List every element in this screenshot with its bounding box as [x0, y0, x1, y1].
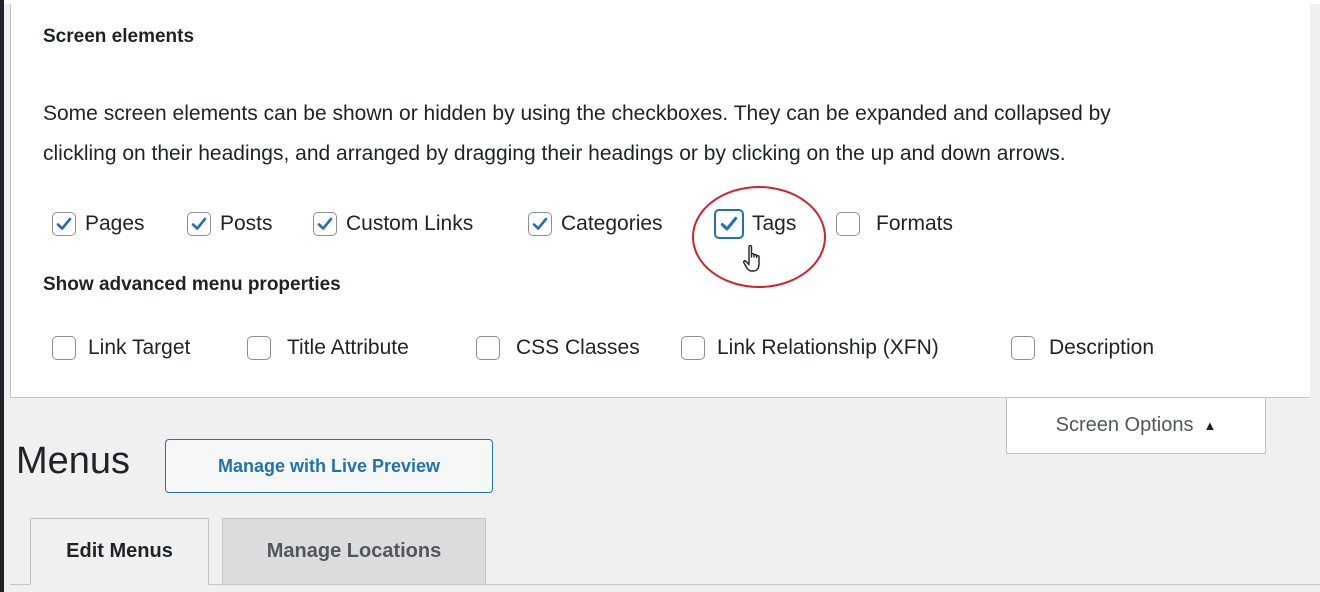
- checkbox-custom-links[interactable]: Custom Links: [313, 208, 473, 240]
- screen-options-toggle[interactable]: Screen Options ▲: [1006, 398, 1266, 454]
- checkbox-pages[interactable]: Pages: [52, 208, 145, 240]
- checkbox-link-relationship-label: Link Relationship (XFN): [717, 336, 939, 359]
- checkbox-css-classes-box[interactable]: [476, 336, 500, 360]
- checkbox-custom-links-box[interactable]: [313, 212, 337, 236]
- checkbox-link-relationship[interactable]: Link Relationship (XFN): [681, 332, 939, 364]
- checkbox-formats-label: Formats: [876, 212, 954, 235]
- checkbox-description[interactable]: Description: [1011, 332, 1154, 364]
- tab-manage-locations[interactable]: Manage Locations: [222, 518, 486, 585]
- checkbox-css-classes[interactable]: CSS Classes: [476, 332, 640, 364]
- screen-options-label: Screen Options: [1055, 414, 1194, 436]
- checkbox-categories[interactable]: Categories: [528, 208, 663, 240]
- hand-pointer-icon: [742, 244, 760, 272]
- checkbox-link-relationship-box[interactable]: [681, 336, 705, 360]
- triangle-up-icon: ▲: [1203, 418, 1217, 433]
- checkbox-posts[interactable]: Posts: [187, 208, 273, 240]
- tab-edit-menus[interactable]: Edit Menus: [30, 518, 209, 585]
- checkbox-posts-box[interactable]: [187, 212, 211, 236]
- checkbox-custom-links-label: Custom Links: [346, 212, 474, 235]
- checkbox-title-attribute-box[interactable]: [247, 336, 271, 360]
- checkmark-icon: [317, 217, 333, 230]
- checkbox-categories-label: Categories: [561, 212, 663, 235]
- checkbox-categories-box[interactable]: [528, 212, 552, 236]
- screen-elements-description-line-1: Some screen elements can be shown or hid…: [43, 102, 1111, 125]
- checkmark-icon: [191, 217, 207, 230]
- checkbox-description-label: Description: [1049, 336, 1155, 359]
- manage-with-live-preview-button[interactable]: Manage with Live Preview: [165, 439, 493, 493]
- checkmark-icon: [532, 217, 548, 230]
- window-left-border: [0, 0, 4, 592]
- checkbox-formats-box[interactable]: [836, 212, 860, 236]
- checkbox-link-target-box[interactable]: [52, 336, 76, 360]
- screen-elements-description-line-2: clickling on their headings, and arrange…: [43, 142, 1066, 165]
- checkbox-pages-label: Pages: [85, 212, 145, 235]
- screen-elements-heading: Screen elements: [43, 26, 195, 47]
- checkbox-title-attribute-label: Title Attribute: [287, 336, 409, 359]
- checkbox-link-target-label: Link Target: [88, 336, 191, 359]
- checkbox-pages-box[interactable]: [52, 212, 76, 236]
- checkbox-link-target[interactable]: Link Target: [52, 332, 190, 364]
- advanced-properties-heading: Show advanced menu properties: [43, 274, 341, 295]
- page-title: Menus: [16, 440, 131, 482]
- checkbox-posts-label: Posts: [220, 212, 273, 235]
- checkbox-formats[interactable]: Formats: [836, 208, 953, 240]
- checkmark-icon: [56, 217, 72, 230]
- checkbox-description-box[interactable]: [1011, 336, 1035, 360]
- checkbox-title-attribute[interactable]: Title Attribute: [247, 332, 409, 364]
- checkbox-css-classes-label: CSS Classes: [516, 336, 640, 359]
